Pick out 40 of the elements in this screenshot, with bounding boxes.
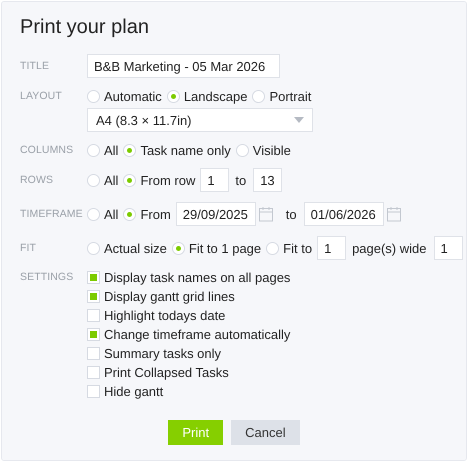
radio-option[interactable]: All bbox=[87, 172, 118, 188]
number-field[interactable]: 1 bbox=[434, 236, 462, 260]
section-label: TIMEFRAME bbox=[20, 207, 84, 222]
checkbox-option[interactable]: Change timeframe automatically bbox=[87, 327, 290, 342]
date-field[interactable]: 01/06/2026 bbox=[304, 202, 384, 226]
checkbox-option[interactable]: Print Collapsed Tasks bbox=[87, 365, 229, 380]
checkbox-option[interactable]: Hide gantt bbox=[87, 384, 164, 399]
section-label: SETTINGS bbox=[20, 270, 74, 285]
radio-option[interactable]: All bbox=[87, 206, 118, 222]
paper-size-select[interactable]: A4 (8.3 × 11.7in) bbox=[87, 108, 313, 132]
section-label: COLUMNS bbox=[20, 143, 74, 158]
date-field[interactable]: 29/09/2025 bbox=[176, 202, 256, 226]
section-label: ROWS bbox=[20, 173, 54, 188]
checkbox-option[interactable]: Display gantt grid lines bbox=[87, 289, 235, 304]
cancel-button[interactable]: Cancel bbox=[231, 420, 300, 445]
radio-option[interactable]: All bbox=[87, 142, 118, 158]
section-label: LAYOUT bbox=[20, 89, 63, 104]
number-field[interactable]: 1 bbox=[200, 168, 230, 192]
radio-option[interactable]: Actual size bbox=[87, 240, 167, 256]
section-label: TITLE bbox=[20, 59, 50, 74]
section-label: FIT bbox=[20, 241, 38, 256]
field-label: page(s) wide bbox=[352, 240, 426, 256]
radio-option[interactable]: Task name only bbox=[123, 142, 231, 158]
field-label: to bbox=[235, 172, 246, 188]
checkbox-option[interactable]: Display task names on all pages bbox=[87, 270, 290, 285]
radio-option[interactable]: Automatic bbox=[87, 88, 162, 104]
radio-option[interactable]: From bbox=[123, 206, 171, 222]
radio-option[interactable]: Fit to bbox=[266, 240, 312, 256]
number-field[interactable]: 13 bbox=[253, 168, 282, 192]
dialog-title: Print your plan bbox=[20, 16, 150, 39]
radio-option[interactable]: Visible bbox=[236, 142, 291, 158]
radio-option[interactable]: From row bbox=[123, 172, 196, 188]
number-field[interactable]: 1 bbox=[317, 236, 346, 260]
radio-option[interactable]: Portrait bbox=[252, 88, 312, 104]
title-input-field[interactable]: B&B Marketing - 05 Mar 2026 bbox=[87, 54, 280, 78]
checkbox-option[interactable]: Summary tasks only bbox=[87, 346, 222, 361]
radio-option[interactable]: Landscape bbox=[166, 88, 248, 104]
radio-option[interactable]: Fit to 1 page bbox=[172, 240, 262, 256]
field-label: to bbox=[286, 206, 297, 222]
checkbox-option[interactable]: Highlight todays date bbox=[87, 308, 226, 323]
